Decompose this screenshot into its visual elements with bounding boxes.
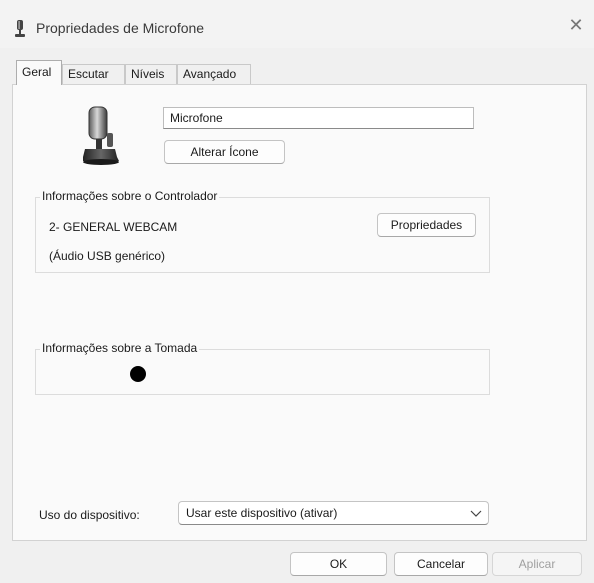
cancel-button[interactable]: Cancelar (394, 552, 488, 576)
properties-button[interactable]: Propriedades (377, 213, 476, 237)
change-icon-button[interactable]: Alterar Ícone (164, 140, 285, 164)
driver-description: (Áudio USB genérico) (49, 249, 166, 263)
controller-info-group: Informações sobre o Controlador 2- GENER… (35, 189, 490, 273)
tab-escutar[interactable]: Escutar (62, 64, 125, 84)
tab-avancado[interactable]: Avançado (177, 64, 251, 84)
chevron-down-icon (470, 510, 482, 517)
apply-button[interactable]: Aplicar (492, 552, 582, 576)
device-usage-label: Uso do dispositivo: (39, 508, 140, 522)
device-usage-value: Usar este dispositivo (ativar) (186, 506, 338, 520)
title-bar[interactable]: Propriedades de Microfone ✕ (0, 0, 594, 48)
controller-name: 2- GENERAL WEBCAM (49, 220, 178, 234)
tab-niveis[interactable]: Níveis (125, 64, 177, 84)
jack-info-legend: Informações sobre a Tomada (40, 341, 200, 355)
close-icon: ✕ (568, 15, 584, 36)
jack-color-dot (130, 366, 146, 382)
controller-info-legend: Informações sobre o Controlador (40, 189, 220, 203)
close-button[interactable]: ✕ (566, 16, 586, 38)
jack-info-group: Informações sobre a Tomada (35, 341, 490, 395)
tab-geral[interactable]: Geral (16, 60, 62, 85)
general-tab-panel: Microfone Alterar Ícone Informações sobr… (12, 84, 587, 541)
device-name-input[interactable]: Microfone (163, 107, 474, 129)
microphone-icon (15, 20, 25, 37)
device-usage-select[interactable]: Usar este dispositivo (ativar) (178, 501, 489, 525)
microphone-properties-dialog: Propriedades de Microfone ✕ Geral Escuta… (0, 0, 594, 583)
window-title: Propriedades de Microfone (36, 20, 205, 36)
microphone-icon (83, 106, 119, 165)
ok-button[interactable]: OK (290, 552, 387, 576)
